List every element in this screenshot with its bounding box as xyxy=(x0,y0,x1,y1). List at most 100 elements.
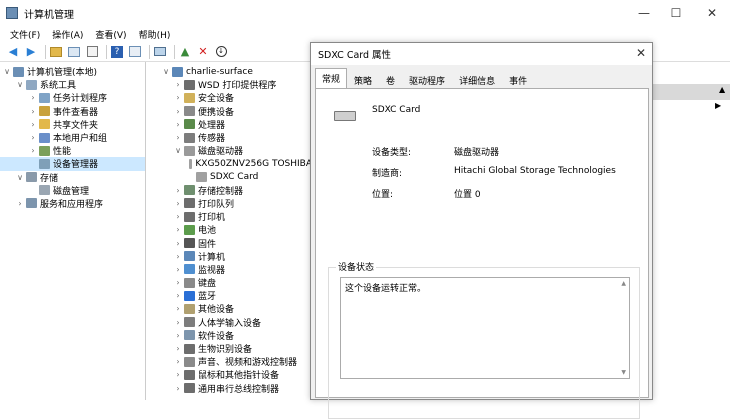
chevron-right-icon[interactable]: › xyxy=(173,225,183,234)
tree-item[interactable]: › 键盘 xyxy=(147,276,312,289)
help-icon[interactable]: ? xyxy=(110,45,124,59)
chevron-down-icon[interactable]: ∨ xyxy=(2,67,12,76)
chevron-right-icon[interactable]: › xyxy=(28,146,38,155)
tree-item[interactable]: ∨ 存储 xyxy=(0,171,145,184)
chevron-right-icon[interactable]: › xyxy=(173,199,183,208)
chevron-right-icon[interactable]: › xyxy=(173,384,183,393)
chevron-right-icon[interactable]: › xyxy=(173,212,183,221)
tree-item[interactable]: KXG50ZNV256G TOSHIBA xyxy=(147,157,312,170)
tab-events[interactable]: 事件 xyxy=(502,70,534,88)
chevron-right-icon[interactable]: › xyxy=(28,120,38,129)
chevron-right-icon[interactable]: › xyxy=(28,107,38,116)
minimize-button[interactable]: — xyxy=(634,5,654,21)
scroll-down-icon[interactable]: ▼ xyxy=(621,369,626,376)
chevron-right-icon[interactable]: › xyxy=(28,93,38,102)
menu-action[interactable]: 操作(A) xyxy=(52,28,83,41)
chevron-right-icon[interactable]: › xyxy=(173,344,183,353)
chevron-right-icon[interactable]: › xyxy=(173,278,183,287)
tree-item[interactable]: › 电池 xyxy=(147,223,312,236)
tab-volumes[interactable]: 卷 xyxy=(379,70,402,88)
expand-arrow-icon[interactable]: ▶ xyxy=(715,101,721,110)
device-status-textbox[interactable]: 这个设备运转正常。 ▲ ▼ xyxy=(340,277,630,379)
download-icon[interactable]: ↓ xyxy=(214,45,228,59)
tree-item[interactable]: › 声音、视频和游戏控制器 xyxy=(147,355,312,368)
tree-item[interactable]: › 生物识别设备 xyxy=(147,342,312,355)
chevron-right-icon[interactable]: › xyxy=(173,186,183,195)
chevron-right-icon[interactable]: › xyxy=(173,265,183,274)
tree-item-label: 便携设备 xyxy=(198,107,235,118)
monitor-icon[interactable] xyxy=(153,45,167,59)
tree-item[interactable]: ∨ 磁盘驱动器 xyxy=(147,144,312,157)
tree-item[interactable]: ∨ 系统工具 xyxy=(0,78,145,91)
tree-item-label: 键盘 xyxy=(198,279,217,290)
tree-item[interactable]: › 蓝牙 xyxy=(147,289,312,302)
chevron-right-icon[interactable]: › xyxy=(173,357,183,366)
tree-item[interactable]: › 软件设备 xyxy=(147,329,312,342)
tab-driver[interactable]: 驱动程序 xyxy=(402,70,452,88)
chevron-down-icon[interactable]: ∨ xyxy=(15,80,25,89)
chevron-right-icon[interactable]: › xyxy=(15,199,25,208)
maximize-button[interactable]: ☐ xyxy=(666,5,686,21)
chevron-right-icon[interactable]: › xyxy=(173,304,183,313)
close-button[interactable]: ✕ xyxy=(702,5,722,21)
dialog-close-button[interactable]: ✕ xyxy=(636,46,646,60)
tree-item[interactable]: › 打印机 xyxy=(147,210,312,223)
chevron-right-icon[interactable]: › xyxy=(173,120,183,129)
tab-policies[interactable]: 策略 xyxy=(347,70,379,88)
tab-details[interactable]: 详细信息 xyxy=(452,70,502,88)
tree-item[interactable]: › 本地用户和组 xyxy=(0,131,145,144)
tree-item[interactable]: › 安全设备 xyxy=(147,91,312,104)
chevron-right-icon[interactable]: › xyxy=(173,80,183,89)
tree-item[interactable]: › 其他设备 xyxy=(147,302,312,315)
tree-item[interactable]: ∨ 计算机管理(本地) xyxy=(0,65,145,78)
menu-view[interactable]: 查看(V) xyxy=(95,28,126,41)
tree-item[interactable]: › 服务和应用程序 xyxy=(0,197,145,210)
menu-help[interactable]: 帮助(H) xyxy=(139,28,171,41)
chevron-right-icon[interactable]: › xyxy=(173,252,183,261)
collapse-arrow-icon[interactable]: ▲ xyxy=(719,85,725,94)
tree-item[interactable]: › 通用串行总线控制器 xyxy=(147,382,312,395)
show-tree-icon[interactable] xyxy=(67,45,81,59)
update-driver-icon[interactable]: ▲ xyxy=(178,45,192,59)
tree-item[interactable]: › 共享文件夹 xyxy=(0,118,145,131)
tree-item[interactable]: › 固件 xyxy=(147,236,312,250)
tree-item[interactable]: › 事件查看器 xyxy=(0,105,145,118)
tree-item[interactable]: › 人体学输入设备 xyxy=(147,316,312,329)
chevron-right-icon[interactable]: › xyxy=(173,318,183,327)
tree-item[interactable]: › 存储控制器 xyxy=(147,184,312,197)
tree-item[interactable]: › 便携设备 xyxy=(147,105,312,118)
chevron-right-icon[interactable]: › xyxy=(173,93,183,102)
tree-item[interactable]: › 鼠标和其他指针设备 xyxy=(147,368,312,381)
tree-item[interactable]: 设备管理器 xyxy=(0,157,145,171)
up-folder-icon[interactable] xyxy=(49,45,63,59)
tree-item[interactable]: › 任务计划程序 xyxy=(0,91,145,104)
chevron-right-icon[interactable]: › xyxy=(173,331,183,340)
tree-item[interactable]: › 处理器 xyxy=(147,118,312,131)
chevron-right-icon[interactable]: › xyxy=(173,370,183,379)
tree-item[interactable]: › WSD 打印提供程序 xyxy=(147,78,312,91)
chevron-down-icon[interactable]: ∨ xyxy=(161,67,171,76)
chevron-down-icon[interactable]: ∨ xyxy=(173,146,183,155)
tree-item[interactable]: › 性能 xyxy=(0,144,145,157)
back-arrow-icon[interactable]: ◀ xyxy=(6,45,20,59)
tab-general[interactable]: 常规 xyxy=(315,68,348,88)
chevron-right-icon[interactable]: › xyxy=(173,133,183,142)
chevron-down-icon[interactable]: ∨ xyxy=(15,173,25,182)
tree-item[interactable]: 磁盘管理 xyxy=(0,184,145,197)
chevron-right-icon[interactable]: › xyxy=(173,239,183,248)
chevron-right-icon[interactable]: › xyxy=(173,291,183,300)
tree-item[interactable]: › 打印队列 xyxy=(147,197,312,210)
tree-item[interactable]: SDXC Card xyxy=(147,171,312,184)
tree-item[interactable]: › 监视器 xyxy=(147,263,312,276)
chevron-right-icon[interactable]: › xyxy=(28,133,38,142)
details-icon[interactable] xyxy=(128,45,142,59)
scroll-up-icon[interactable]: ▲ xyxy=(621,280,626,287)
chevron-right-icon[interactable]: › xyxy=(173,107,183,116)
properties-icon[interactable] xyxy=(85,45,99,59)
tree-item[interactable]: › 计算机 xyxy=(147,250,312,263)
uninstall-icon[interactable]: ✕ xyxy=(196,45,210,59)
forward-arrow-icon[interactable]: ▶ xyxy=(24,45,38,59)
tree-item[interactable]: › 传感器 xyxy=(147,131,312,144)
menu-file[interactable]: 文件(F) xyxy=(10,28,40,41)
tree-item[interactable]: ∨ charlie-surface xyxy=(147,65,312,78)
